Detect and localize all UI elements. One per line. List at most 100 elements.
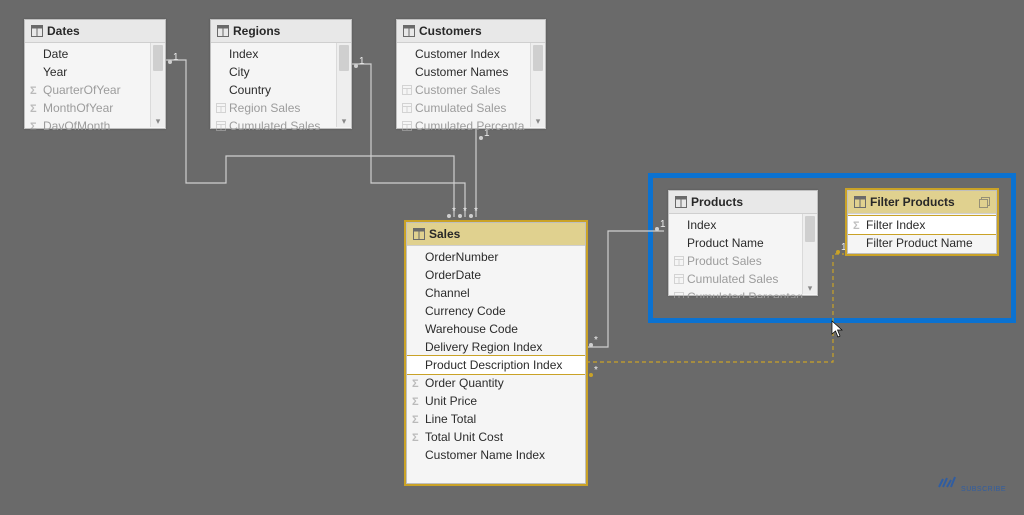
field-row[interactable]: Index bbox=[669, 216, 817, 234]
table-title: Filter Products bbox=[870, 195, 955, 209]
table-header[interactable]: Sales bbox=[407, 223, 585, 246]
field-name: OrderDate bbox=[425, 268, 481, 282]
field-name: Index bbox=[229, 47, 258, 61]
svg-text:1: 1 bbox=[359, 56, 365, 67]
field-name: Filter Product Name bbox=[866, 236, 973, 250]
scrollbar[interactable]: ▴▾ bbox=[802, 214, 817, 294]
field-name: Channel bbox=[425, 286, 470, 300]
field-name: Year bbox=[43, 65, 67, 79]
svg-text:Σ: Σ bbox=[412, 396, 419, 407]
svg-text:Σ: Σ bbox=[30, 121, 37, 131]
field-row[interactable]: Σ Unit Price bbox=[407, 392, 585, 410]
scroll-thumb[interactable] bbox=[339, 45, 349, 71]
table-filterproducts[interactable]: Filter Products Σ Filter Index Filter Produ… bbox=[847, 190, 997, 254]
field-row[interactable]: OrderDate bbox=[407, 266, 585, 284]
table-customers[interactable]: Customers Customer IndexCustomer Names Cus… bbox=[396, 19, 546, 129]
field-name: Product Name bbox=[687, 236, 764, 250]
field-name: Unit Price bbox=[425, 394, 477, 408]
field-list: Index City Country Region Sales Cumulated Sa… bbox=[211, 43, 351, 131]
field-row[interactable]: Warehouse Code bbox=[407, 320, 585, 338]
field-name: Index bbox=[687, 218, 716, 232]
field-row[interactable]: Filter Product Name bbox=[848, 234, 996, 252]
field-row[interactable]: Product Description Index bbox=[407, 355, 585, 375]
scroll-thumb[interactable] bbox=[153, 45, 163, 71]
field-row[interactable]: Cumulated Sales bbox=[669, 270, 817, 288]
table-header[interactable]: Regions bbox=[211, 20, 351, 43]
subscribe-watermark: SUBSCRIBE bbox=[937, 475, 1006, 493]
field-row[interactable]: City bbox=[211, 63, 351, 81]
scroll-thumb[interactable] bbox=[533, 45, 543, 71]
field-row[interactable]: Date bbox=[25, 45, 165, 63]
field-row[interactable]: Channel bbox=[407, 284, 585, 302]
field-row[interactable]: ΣLine Total bbox=[407, 410, 585, 428]
table-header[interactable]: Customers bbox=[397, 20, 545, 43]
model-view-canvas[interactable]: 1*1*1**1*1 SUBSCRIBE DatesDateYearΣQuart… bbox=[0, 0, 1024, 515]
field-name: Cumulated Percenta bbox=[415, 119, 524, 131]
field-name: Customer Sales bbox=[415, 83, 500, 97]
field-name: Cumulated Sales bbox=[687, 272, 778, 286]
field-name: Region Sales bbox=[229, 101, 300, 115]
field-row[interactable]: Year bbox=[25, 63, 165, 81]
table-dates[interactable]: DatesDateYearΣQuarterOfYearΣMonthOfYearΣ… bbox=[24, 19, 166, 129]
field-name: Currency Code bbox=[425, 304, 506, 318]
field-row[interactable]: ΣDavOfMonth bbox=[25, 117, 165, 131]
field-row[interactable]: Cumulated Percenta bbox=[397, 117, 545, 131]
field-name: Date bbox=[43, 47, 68, 61]
field-name: Filter Index bbox=[866, 218, 925, 232]
svg-text:Σ: Σ bbox=[412, 414, 419, 425]
scroll-down-icon[interactable]: ▾ bbox=[151, 115, 165, 127]
field-row[interactable]: Index bbox=[211, 45, 351, 63]
field-list: Index Product Name Product Sales Cumulated … bbox=[669, 214, 817, 298]
table-sales[interactable]: Sales OrderNumber OrderDate Channel Currency… bbox=[406, 222, 586, 484]
field-list: Date Year ΣQuarterOfYearΣMonthOfYearΣDavOf… bbox=[25, 43, 165, 131]
field-row[interactable]: Cumulated Sales bbox=[211, 117, 351, 131]
table-header[interactable]: Filter Products bbox=[848, 191, 996, 214]
field-name: Product Sales bbox=[687, 254, 762, 268]
table-header[interactable]: Products bbox=[669, 191, 817, 214]
restore-icon[interactable] bbox=[979, 197, 990, 208]
scroll-down-icon[interactable]: ▾ bbox=[337, 115, 351, 127]
scroll-down-icon[interactable]: ▾ bbox=[803, 282, 817, 294]
svg-text:Σ: Σ bbox=[30, 85, 37, 96]
field-row[interactable]: Σ Filter Index bbox=[848, 215, 996, 235]
svg-text:*: * bbox=[594, 335, 598, 346]
field-row[interactable]: Customer Sales bbox=[397, 81, 545, 99]
field-row[interactable]: ΣTotal Unit Cost bbox=[407, 428, 585, 446]
field-name: Order Quantity bbox=[425, 376, 504, 390]
field-row[interactable]: Customer Names bbox=[397, 63, 545, 81]
table-header[interactable]: Dates bbox=[25, 20, 165, 43]
field-row[interactable]: Customer Name Index bbox=[407, 446, 585, 464]
field-row[interactable]: Customer Index bbox=[397, 45, 545, 63]
svg-text:Σ: Σ bbox=[853, 220, 860, 231]
scrollbar[interactable]: ▴▾ bbox=[150, 43, 165, 127]
table-regions[interactable]: Regions Index City Country Region Sales Cumul… bbox=[210, 19, 352, 129]
field-name: OrderNumber bbox=[425, 250, 498, 264]
field-row[interactable]: Cumulated Percentag bbox=[669, 288, 817, 298]
scroll-down-icon[interactable]: ▾ bbox=[531, 115, 545, 127]
field-row[interactable]: Product Sales bbox=[669, 252, 817, 270]
scroll-thumb[interactable] bbox=[805, 216, 815, 242]
field-row[interactable]: Region Sales bbox=[211, 99, 351, 117]
svg-text:*: * bbox=[452, 206, 456, 217]
field-row[interactable]: ΣMonthOfYear bbox=[25, 99, 165, 117]
field-name: Warehouse Code bbox=[425, 322, 518, 336]
field-name: Cumulated Sales bbox=[229, 119, 320, 131]
field-row[interactable]: Delivery Region Index bbox=[407, 338, 585, 356]
field-row[interactable]: OrderNumber bbox=[407, 248, 585, 266]
field-row[interactable]: ΣQuarterOfYear bbox=[25, 81, 165, 99]
table-products[interactable]: Products Index Product Name Product Sales Cu… bbox=[668, 190, 818, 296]
svg-text:*: * bbox=[463, 206, 467, 217]
table-title: Products bbox=[691, 195, 743, 209]
scrollbar[interactable]: ▴▾ bbox=[336, 43, 351, 127]
field-row[interactable]: Product Name bbox=[669, 234, 817, 252]
field-name: Country bbox=[229, 83, 271, 97]
scrollbar[interactable]: ▴▾ bbox=[530, 43, 545, 127]
field-row[interactable]: ΣOrder Quantity bbox=[407, 374, 585, 392]
field-name: Total Unit Cost bbox=[425, 430, 503, 444]
field-row[interactable]: Country bbox=[211, 81, 351, 99]
field-list: Σ Filter Index Filter Product Name bbox=[848, 214, 996, 256]
field-name: Cumulated Sales bbox=[415, 101, 506, 115]
field-row[interactable]: Currency Code bbox=[407, 302, 585, 320]
table-title: Customers bbox=[419, 24, 482, 38]
field-row[interactable]: Cumulated Sales bbox=[397, 99, 545, 117]
